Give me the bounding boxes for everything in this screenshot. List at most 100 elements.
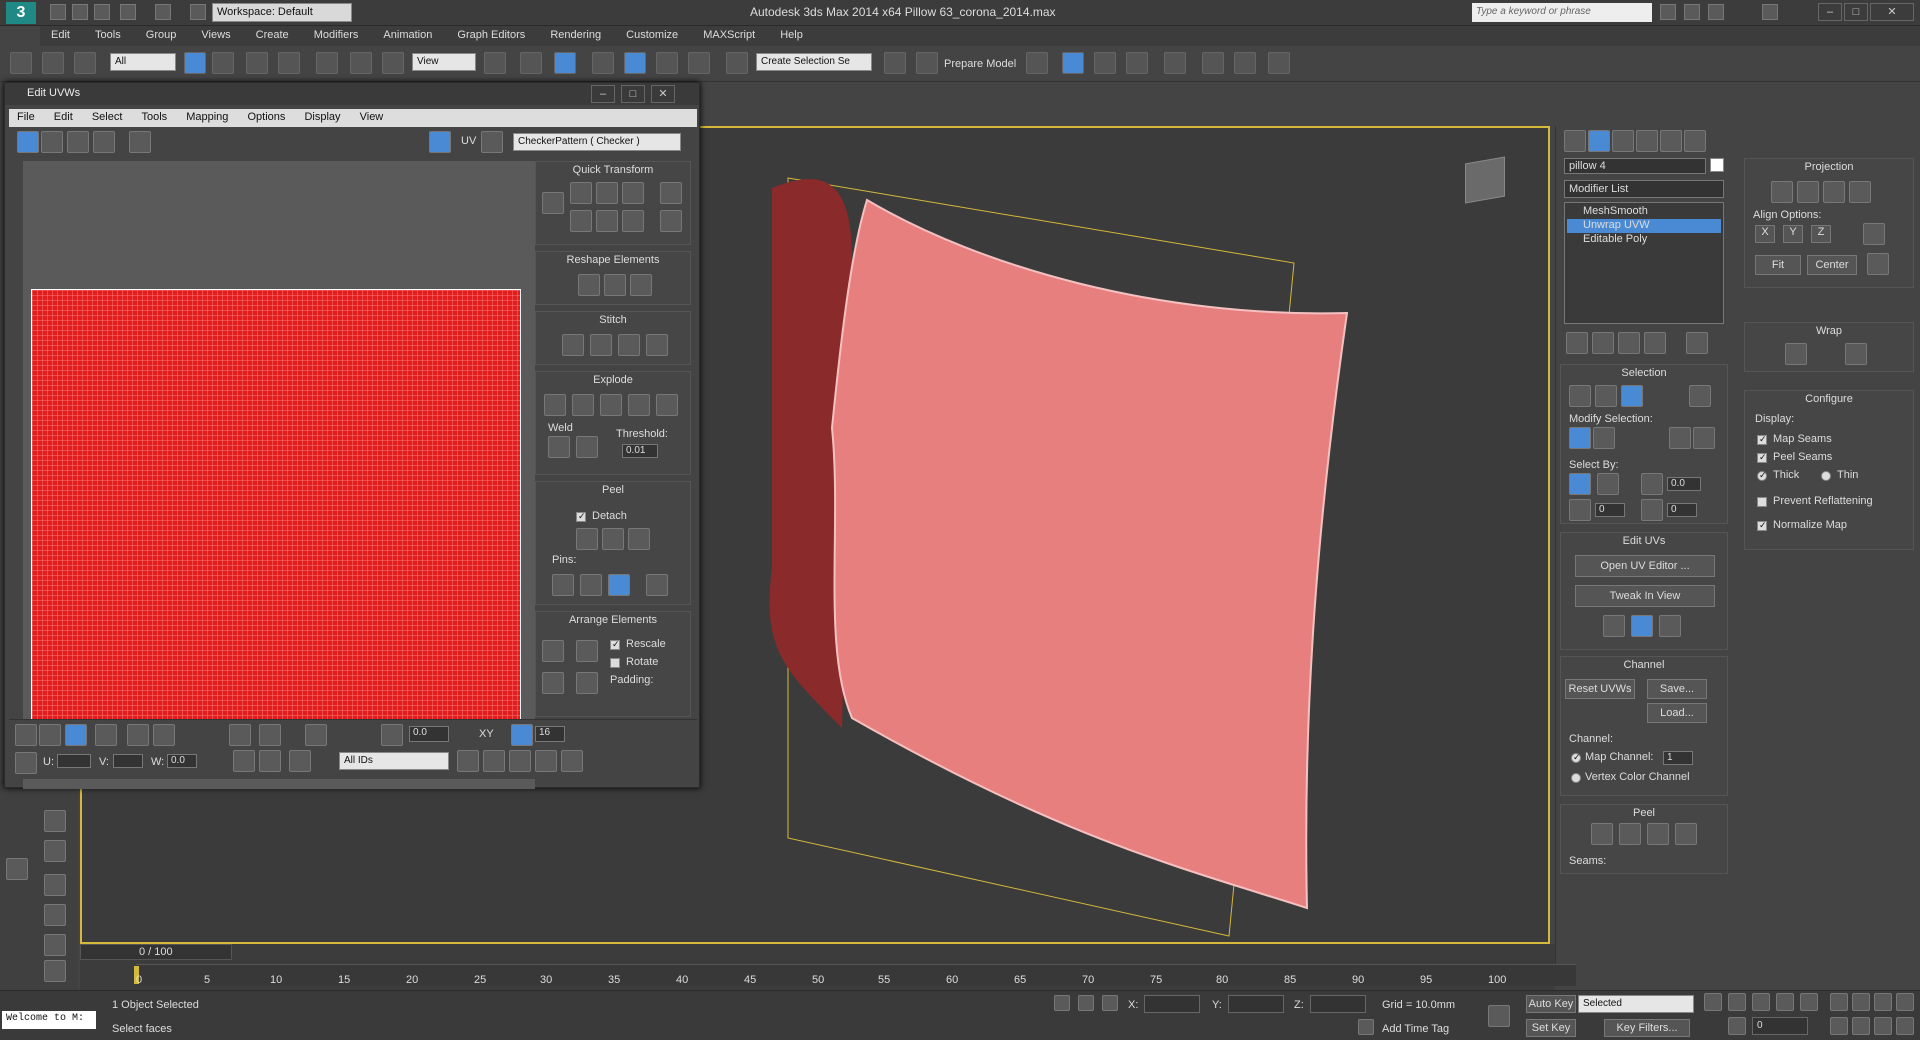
edge-select-icon[interactable] [1595, 385, 1617, 407]
spherical-map-icon[interactable] [1823, 181, 1845, 203]
peel-quick-icon[interactable] [1591, 823, 1613, 845]
display-tab-icon[interactable] [1660, 130, 1682, 152]
favorites-star-icon[interactable] [1708, 4, 1724, 20]
menu-tools[interactable]: Tools [84, 26, 132, 44]
show-map-icon[interactable] [429, 131, 451, 153]
align-icon[interactable] [916, 52, 938, 74]
object-color-swatch[interactable] [1710, 158, 1724, 172]
select-by-smoothing-icon[interactable] [1641, 499, 1663, 521]
align-x-button[interactable]: X [1755, 225, 1775, 243]
named-selection-dropdown[interactable]: Create Selection Se [756, 53, 872, 71]
uv-grid-icon[interactable] [481, 131, 503, 153]
z-coord-field[interactable] [1310, 995, 1366, 1013]
stitch-average-icon[interactable] [618, 334, 640, 356]
app-logo-icon[interactable]: 3 [6, 2, 36, 24]
select-by-edge-icon[interactable] [1597, 473, 1619, 495]
key-icon[interactable] [1488, 1005, 1510, 1027]
map-channel-radio[interactable] [1571, 752, 1581, 763]
explode-smoothing-icon[interactable] [572, 394, 594, 416]
show-end-result-icon[interactable] [1592, 332, 1614, 354]
flatten-icon[interactable] [630, 274, 652, 296]
explode-flatten-icon[interactable] [656, 394, 678, 416]
snap-toggle-icon[interactable] [561, 750, 583, 772]
bind-spacewarp-icon[interactable] [74, 52, 96, 74]
uv-canvas[interactable] [23, 161, 535, 789]
menu-rendering[interactable]: Rendering [539, 26, 612, 44]
make-unique-icon[interactable] [1618, 332, 1640, 354]
zoom-all-icon[interactable] [1852, 993, 1870, 1011]
uv-rotate-icon[interactable] [41, 131, 63, 153]
weld-selected-icon[interactable] [576, 436, 598, 458]
menu-create[interactable]: Create [245, 26, 300, 44]
x-coord-field[interactable] [1144, 995, 1200, 1013]
grow-selection-icon[interactable] [127, 724, 149, 746]
save-button[interactable]: Save... [1647, 679, 1707, 699]
angle-snap-icon[interactable] [624, 52, 646, 74]
grow-icon[interactable] [1569, 427, 1591, 449]
layout-tab-icon[interactable] [6, 858, 28, 880]
uv-mirror-icon[interactable] [129, 131, 151, 153]
shrink-icon[interactable] [1593, 427, 1615, 449]
render-icon[interactable] [44, 934, 66, 956]
absolute-transform-icon[interactable] [1102, 995, 1118, 1011]
pan-hand-icon[interactable] [457, 750, 479, 772]
field-of-view-icon[interactable] [1830, 1017, 1848, 1035]
loop-select-icon[interactable] [1669, 427, 1691, 449]
menu-views[interactable]: Views [190, 26, 241, 44]
menu-modifiers[interactable]: Modifiers [303, 26, 370, 44]
open-icon[interactable] [72, 4, 88, 20]
communication-icon[interactable] [1684, 4, 1700, 20]
element-select-icon[interactable] [1689, 385, 1711, 407]
zoom-icon[interactable] [483, 750, 505, 772]
previous-frame-icon[interactable] [1728, 993, 1746, 1011]
select-object-icon[interactable] [184, 52, 206, 74]
menu-edit[interactable]: Edit [40, 26, 81, 44]
uv-label[interactable]: UV [461, 135, 476, 147]
align-z-button[interactable]: Z [1811, 225, 1831, 243]
stitch-title[interactable]: Stitch [536, 312, 690, 328]
selection-region-icon[interactable] [246, 52, 268, 74]
snaps-toggle-icon[interactable] [592, 52, 614, 74]
stitch-source-icon[interactable] [590, 334, 612, 356]
peel-uv-title[interactable]: Peel [536, 482, 690, 498]
reset-peel-icon[interactable] [628, 528, 650, 550]
material-id-dropdown[interactable]: All IDs [339, 752, 449, 770]
cylindrical-map-icon[interactable] [1797, 181, 1819, 203]
ring-icon[interactable] [229, 724, 251, 746]
configure-title[interactable]: Configure [1745, 391, 1913, 407]
project-folder-icon[interactable] [190, 4, 206, 20]
percent-snap-icon[interactable] [656, 52, 678, 74]
select-by-matid-icon[interactable] [1569, 499, 1591, 521]
unfold-strip-icon[interactable] [1845, 343, 1867, 365]
material-editor-icon[interactable] [1164, 52, 1186, 74]
peel-seams-checkbox[interactable] [1757, 452, 1767, 463]
reference-coordinate-dropdown[interactable]: View [412, 53, 476, 71]
explode-title[interactable]: Explode [536, 372, 690, 388]
isolate-selection-icon[interactable] [1054, 995, 1070, 1011]
load-button[interactable]: Load... [1647, 703, 1707, 723]
map-channel-spinner[interactable]: 1 [1663, 751, 1693, 765]
normalize-map-checkbox[interactable] [1757, 520, 1767, 531]
rotate-neg90-icon[interactable] [622, 210, 644, 232]
pivot-center-icon[interactable] [484, 52, 506, 74]
grid-icon[interactable] [44, 904, 66, 926]
pack-together-icon[interactable] [542, 672, 564, 694]
uv-menu-view[interactable]: View [352, 109, 392, 125]
uv-menu-tools[interactable]: Tools [133, 109, 175, 125]
space-horizontal-icon[interactable] [660, 182, 682, 204]
uv-menu-mapping[interactable]: Mapping [178, 109, 236, 125]
uv-menu-edit[interactable]: Edit [46, 109, 81, 125]
center-button[interactable]: Center [1807, 255, 1857, 275]
ring-select-icon[interactable] [1693, 427, 1715, 449]
quick-planar-icon[interactable] [1603, 615, 1625, 637]
link-icon[interactable] [10, 52, 32, 74]
viewcube-icon[interactable] [1465, 156, 1505, 204]
save-icon[interactable] [94, 4, 110, 20]
thin-radio[interactable] [1821, 471, 1831, 481]
absolute-mode-icon[interactable] [15, 752, 37, 774]
projection-title[interactable]: Projection [1745, 159, 1913, 175]
zoom-extents-icon[interactable] [535, 750, 557, 772]
smoothing-spinner[interactable]: 0 [1667, 503, 1697, 517]
align-vertical-icon[interactable] [596, 210, 618, 232]
align-x-icon[interactable] [570, 182, 592, 204]
